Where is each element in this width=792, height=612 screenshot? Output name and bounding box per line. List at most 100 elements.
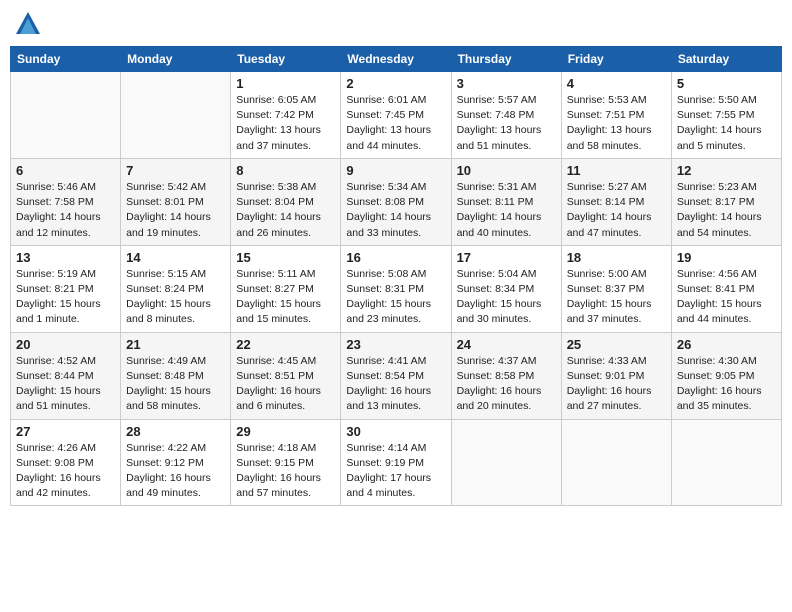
calendar-cell: 28Sunrise: 4:22 AM Sunset: 9:12 PM Dayli… bbox=[121, 419, 231, 506]
day-info: Sunrise: 4:18 AM Sunset: 9:15 PM Dayligh… bbox=[236, 441, 335, 502]
calendar-cell: 20 Sunrise: 4:52 AM Sunset: 8:44 PM Dayli… bbox=[11, 332, 121, 419]
calendar-cell: 26 Sunrise: 4:30 AM Sunset: 9:05 PM Dayli… bbox=[671, 332, 781, 419]
calendar-cell: 13 Sunrise: 5:19 AM Sunset: 8:21 PM Dayli… bbox=[11, 245, 121, 332]
day-number: 23 bbox=[346, 337, 445, 352]
day-number: 28 bbox=[126, 424, 225, 439]
day-info: Sunrise: 5:42 AM Sunset: 8:01 PM Dayligh… bbox=[126, 180, 225, 241]
day-number: 6 bbox=[16, 163, 115, 178]
calendar-cell: 11Sunrise: 5:27 AM Sunset: 8:14 PM Dayli… bbox=[561, 158, 671, 245]
day-number: 26 bbox=[677, 337, 776, 352]
calendar-cell bbox=[561, 419, 671, 506]
day-info: Sunrise: 4:41 AM Sunset: 8:54 PM Dayligh… bbox=[346, 354, 445, 415]
day-info: Sunrise: 4:26 AM Sunset: 9:08 PM Dayligh… bbox=[16, 441, 115, 502]
day-number: 13 bbox=[16, 250, 115, 265]
calendar-cell: 15 Sunrise: 5:11 AM Sunset: 8:27 PM Dayli… bbox=[231, 245, 341, 332]
day-info: Sunrise: 5:04 AM Sunset: 8:34 PM Dayligh… bbox=[457, 267, 556, 328]
day-info: Sunrise: 5:38 AM Sunset: 8:04 PM Dayligh… bbox=[236, 180, 335, 241]
day-number: 15 bbox=[236, 250, 335, 265]
page-header bbox=[10, 10, 782, 38]
day-number: 12 bbox=[677, 163, 776, 178]
day-info: Sunrise: 5:08 AM Sunset: 8:31 PM Dayligh… bbox=[346, 267, 445, 328]
calendar-cell: 1Sunrise: 6:05 AM Sunset: 7:42 PM Daylig… bbox=[231, 72, 341, 159]
header-tuesday: Tuesday bbox=[231, 47, 341, 72]
day-number: 4 bbox=[567, 76, 666, 91]
day-number: 5 bbox=[677, 76, 776, 91]
calendar-cell: 3Sunrise: 5:57 AM Sunset: 7:48 PM Daylig… bbox=[451, 72, 561, 159]
day-number: 11 bbox=[567, 163, 666, 178]
day-number: 25 bbox=[567, 337, 666, 352]
day-number: 9 bbox=[346, 163, 445, 178]
calendar-week-row: 20 Sunrise: 4:52 AM Sunset: 8:44 PM Dayli… bbox=[11, 332, 782, 419]
day-info: Sunrise: 5:15 AM Sunset: 8:24 PM Dayligh… bbox=[126, 267, 225, 328]
day-number: 8 bbox=[236, 163, 335, 178]
calendar-week-row: 13 Sunrise: 5:19 AM Sunset: 8:21 PM Dayli… bbox=[11, 245, 782, 332]
calendar-cell: 22 Sunrise: 4:45 AM Sunset: 8:51 PM Dayli… bbox=[231, 332, 341, 419]
calendar-cell: 25 Sunrise: 4:33 AM Sunset: 9:01 PM Dayli… bbox=[561, 332, 671, 419]
header-wednesday: Wednesday bbox=[341, 47, 451, 72]
calendar-cell: 2 Sunrise: 6:01 AM Sunset: 7:45 PM Daylig… bbox=[341, 72, 451, 159]
day-number: 16 bbox=[346, 250, 445, 265]
day-number: 29 bbox=[236, 424, 335, 439]
day-info: Sunrise: 5:19 AM Sunset: 8:21 PM Dayligh… bbox=[16, 267, 115, 328]
day-number: 1 bbox=[236, 76, 335, 91]
calendar-table: SundayMondayTuesdayWednesdayThursdayFrid… bbox=[10, 46, 782, 506]
day-number: 19 bbox=[677, 250, 776, 265]
calendar-cell: 4 Sunrise: 5:53 AM Sunset: 7:51 PM Daylig… bbox=[561, 72, 671, 159]
header-sunday: Sunday bbox=[11, 47, 121, 72]
day-number: 24 bbox=[457, 337, 556, 352]
calendar-cell: 7 Sunrise: 5:42 AM Sunset: 8:01 PM Daylig… bbox=[121, 158, 231, 245]
day-number: 18 bbox=[567, 250, 666, 265]
day-info: Sunrise: 5:23 AM Sunset: 8:17 PM Dayligh… bbox=[677, 180, 776, 241]
calendar-cell: 9 Sunrise: 5:34 AM Sunset: 8:08 PM Daylig… bbox=[341, 158, 451, 245]
calendar-cell: 6Sunrise: 5:46 AM Sunset: 7:58 PM Daylig… bbox=[11, 158, 121, 245]
day-info: Sunrise: 4:14 AM Sunset: 9:19 PM Dayligh… bbox=[346, 441, 445, 502]
calendar-cell bbox=[671, 419, 781, 506]
day-info: Sunrise: 4:56 AM Sunset: 8:41 PM Dayligh… bbox=[677, 267, 776, 328]
calendar-header-row: SundayMondayTuesdayWednesdayThursdayFrid… bbox=[11, 47, 782, 72]
calendar-cell: 17 Sunrise: 5:04 AM Sunset: 8:34 PM Dayli… bbox=[451, 245, 561, 332]
day-info: Sunrise: 4:49 AM Sunset: 8:48 PM Dayligh… bbox=[126, 354, 225, 415]
calendar-cell bbox=[451, 419, 561, 506]
day-info: Sunrise: 5:50 AM Sunset: 7:55 PM Dayligh… bbox=[677, 93, 776, 154]
day-info: Sunrise: 4:30 AM Sunset: 9:05 PM Dayligh… bbox=[677, 354, 776, 415]
header-friday: Friday bbox=[561, 47, 671, 72]
calendar-week-row: 6Sunrise: 5:46 AM Sunset: 7:58 PM Daylig… bbox=[11, 158, 782, 245]
calendar-cell: 8 Sunrise: 5:38 AM Sunset: 8:04 PM Daylig… bbox=[231, 158, 341, 245]
calendar-cell: 29 Sunrise: 4:18 AM Sunset: 9:15 PM Dayli… bbox=[231, 419, 341, 506]
header-thursday: Thursday bbox=[451, 47, 561, 72]
day-info: Sunrise: 5:00 AM Sunset: 8:37 PM Dayligh… bbox=[567, 267, 666, 328]
calendar-cell: 14 Sunrise: 5:15 AM Sunset: 8:24 PM Dayli… bbox=[121, 245, 231, 332]
day-info: Sunrise: 4:33 AM Sunset: 9:01 PM Dayligh… bbox=[567, 354, 666, 415]
day-number: 30 bbox=[346, 424, 445, 439]
day-info: Sunrise: 5:11 AM Sunset: 8:27 PM Dayligh… bbox=[236, 267, 335, 328]
day-number: 22 bbox=[236, 337, 335, 352]
day-number: 2 bbox=[346, 76, 445, 91]
calendar-week-row: 1Sunrise: 6:05 AM Sunset: 7:42 PM Daylig… bbox=[11, 72, 782, 159]
calendar-cell: 18 Sunrise: 5:00 AM Sunset: 8:37 PM Dayli… bbox=[561, 245, 671, 332]
calendar-cell: 23 Sunrise: 4:41 AM Sunset: 8:54 PM Dayli… bbox=[341, 332, 451, 419]
calendar-cell: 24 Sunrise: 4:37 AM Sunset: 8:58 PM Dayli… bbox=[451, 332, 561, 419]
header-saturday: Saturday bbox=[671, 47, 781, 72]
day-number: 7 bbox=[126, 163, 225, 178]
calendar-cell: 21Sunrise: 4:49 AM Sunset: 8:48 PM Dayli… bbox=[121, 332, 231, 419]
calendar-cell: 16 Sunrise: 5:08 AM Sunset: 8:31 PM Dayli… bbox=[341, 245, 451, 332]
day-number: 14 bbox=[126, 250, 225, 265]
day-info: Sunrise: 5:57 AM Sunset: 7:48 PM Dayligh… bbox=[457, 93, 556, 154]
calendar-cell: 19 Sunrise: 4:56 AM Sunset: 8:41 PM Dayli… bbox=[671, 245, 781, 332]
day-number: 10 bbox=[457, 163, 556, 178]
day-info: Sunrise: 4:45 AM Sunset: 8:51 PM Dayligh… bbox=[236, 354, 335, 415]
day-info: Sunrise: 4:52 AM Sunset: 8:44 PM Dayligh… bbox=[16, 354, 115, 415]
day-info: Sunrise: 5:53 AM Sunset: 7:51 PM Dayligh… bbox=[567, 93, 666, 154]
day-number: 27 bbox=[16, 424, 115, 439]
calendar-cell: 30 Sunrise: 4:14 AM Sunset: 9:19 PM Dayli… bbox=[341, 419, 451, 506]
logo bbox=[14, 10, 46, 38]
day-info: Sunrise: 6:01 AM Sunset: 7:45 PM Dayligh… bbox=[346, 93, 445, 154]
day-number: 17 bbox=[457, 250, 556, 265]
day-info: Sunrise: 5:31 AM Sunset: 8:11 PM Dayligh… bbox=[457, 180, 556, 241]
calendar-cell bbox=[121, 72, 231, 159]
calendar-cell: 12 Sunrise: 5:23 AM Sunset: 8:17 PM Dayli… bbox=[671, 158, 781, 245]
day-number: 20 bbox=[16, 337, 115, 352]
calendar-cell: 27 Sunrise: 4:26 AM Sunset: 9:08 PM Dayli… bbox=[11, 419, 121, 506]
day-info: Sunrise: 5:34 AM Sunset: 8:08 PM Dayligh… bbox=[346, 180, 445, 241]
day-info: Sunrise: 4:37 AM Sunset: 8:58 PM Dayligh… bbox=[457, 354, 556, 415]
